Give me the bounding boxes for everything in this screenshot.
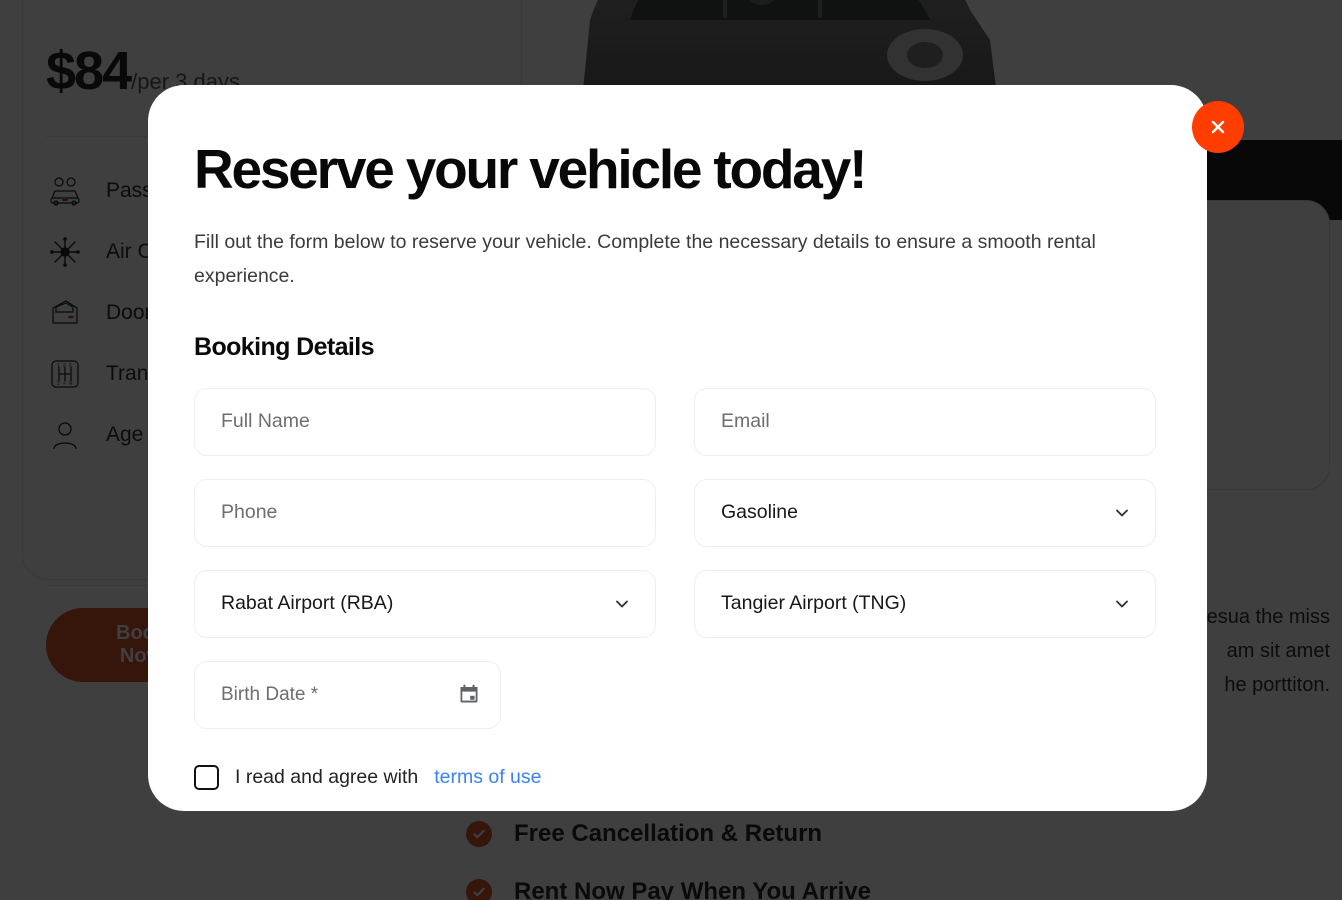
terms-label: I read and agree with [235, 765, 419, 788]
modal-title: Reserve your vehicle today! [194, 138, 867, 200]
email-placeholder: Email [721, 410, 770, 433]
fuel-type-select[interactable]: Gasoline [694, 478, 1156, 547]
phone-field[interactable]: Phone [194, 478, 656, 547]
modal-subtitle: Fill out the form below to reserve your … [194, 230, 1096, 287]
pickup-location-value: Rabat Airport (RBA) [221, 592, 394, 615]
phone-placeholder: Phone [221, 501, 278, 524]
booking-form: Full Name Email Phone Gasoline Rabat Air… [194, 387, 1157, 729]
terms-of-use-link[interactable]: terms of use [434, 766, 541, 789]
birth-date-field[interactable]: Birth Date * [194, 660, 501, 729]
chevron-down-icon [1111, 502, 1133, 524]
terms-checkbox[interactable] [194, 764, 219, 790]
reservation-modal: Reserve your vehicle today! Fill out the… [148, 85, 1244, 811]
dropoff-location-select[interactable]: Tangier Airport (TNG) [694, 569, 1156, 638]
pickup-location-select[interactable]: Rabat Airport (RBA) [194, 569, 656, 638]
close-icon[interactable] [1192, 101, 1244, 153]
full-name-placeholder: Full Name [221, 410, 310, 433]
terms-row: I read and agree with terms of use [194, 764, 1157, 790]
chevron-down-icon [1111, 593, 1133, 615]
dropoff-location-value: Tangier Airport (TNG) [721, 592, 907, 615]
full-name-field[interactable]: Full Name [194, 387, 656, 456]
calendar-icon[interactable] [458, 683, 482, 707]
email-field[interactable]: Email [694, 387, 1156, 456]
booking-details-heading: Booking Details [194, 332, 375, 361]
chevron-down-icon [611, 593, 633, 615]
birth-date-placeholder: Birth Date * [221, 683, 319, 705]
fuel-type-value: Gasoline [721, 501, 798, 524]
modal-body: Reserve your vehicle today! Fill out the… [148, 85, 1207, 811]
screen: $84 /per 3 days Passengers 4 [0, 0, 1342, 900]
